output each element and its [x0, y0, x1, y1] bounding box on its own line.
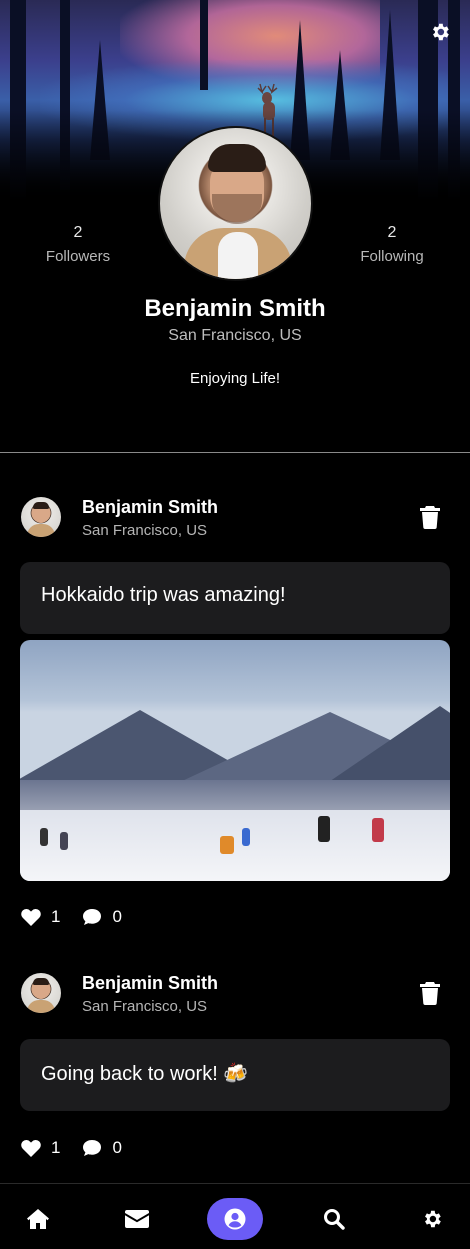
home-icon	[27, 1209, 49, 1229]
profile-icon	[224, 1208, 246, 1230]
bottom-navigation	[0, 1183, 470, 1249]
trash-icon[interactable]	[419, 505, 441, 529]
post-author-avatar[interactable]	[21, 973, 61, 1013]
section-divider	[0, 452, 470, 453]
mail-icon	[125, 1210, 149, 1228]
comment-count: 0	[112, 907, 122, 926]
profile-location: San Francisco, US	[168, 327, 302, 344]
gear-icon	[425, 1210, 441, 1228]
profile-bio: Enjoying Life!	[189, 370, 281, 387]
trash-icon[interactable]	[419, 981, 441, 1005]
followers-label: Followers	[45, 248, 111, 265]
post-author-avatar[interactable]	[21, 497, 61, 537]
following-stat[interactable]: 2 Following	[332, 224, 452, 265]
following-count: 2	[387, 224, 397, 241]
nav-search[interactable]	[306, 1198, 362, 1240]
like-count: 1	[51, 907, 61, 926]
comment-count: 0	[112, 1138, 122, 1157]
nav-settings[interactable]	[404, 1198, 460, 1240]
like-count: 1	[51, 1138, 61, 1157]
settings-gear-icon[interactable]	[428, 20, 452, 44]
nav-messages[interactable]	[109, 1198, 165, 1240]
post-author-location: San Francisco, US	[82, 522, 208, 539]
post-author-name[interactable]: Benjamin Smith	[82, 497, 218, 518]
comment-icon[interactable]	[82, 908, 102, 926]
post-image[interactable]	[20, 640, 450, 881]
post-text: Going back to work! 🍻	[20, 1039, 450, 1111]
post-author-name[interactable]: Benjamin Smith	[82, 973, 218, 994]
nav-profile[interactable]	[207, 1198, 263, 1240]
post-author-location: San Francisco, US	[82, 998, 208, 1015]
heart-icon[interactable]	[21, 1139, 41, 1157]
post-actions: 1 0	[21, 907, 144, 927]
heart-icon[interactable]	[21, 908, 41, 926]
comment-icon[interactable]	[82, 1139, 102, 1157]
profile-name: Benjamin Smith	[144, 295, 326, 322]
profile-avatar[interactable]	[158, 126, 313, 281]
nav-home[interactable]	[10, 1198, 66, 1240]
followers-count: 2	[73, 224, 83, 241]
post-actions: 1 0	[21, 1138, 144, 1158]
search-icon	[324, 1209, 345, 1230]
post-text: Hokkaido trip was amazing!	[20, 562, 450, 634]
following-label: Following	[360, 248, 424, 265]
followers-stat[interactable]: 2 Followers	[18, 224, 138, 265]
